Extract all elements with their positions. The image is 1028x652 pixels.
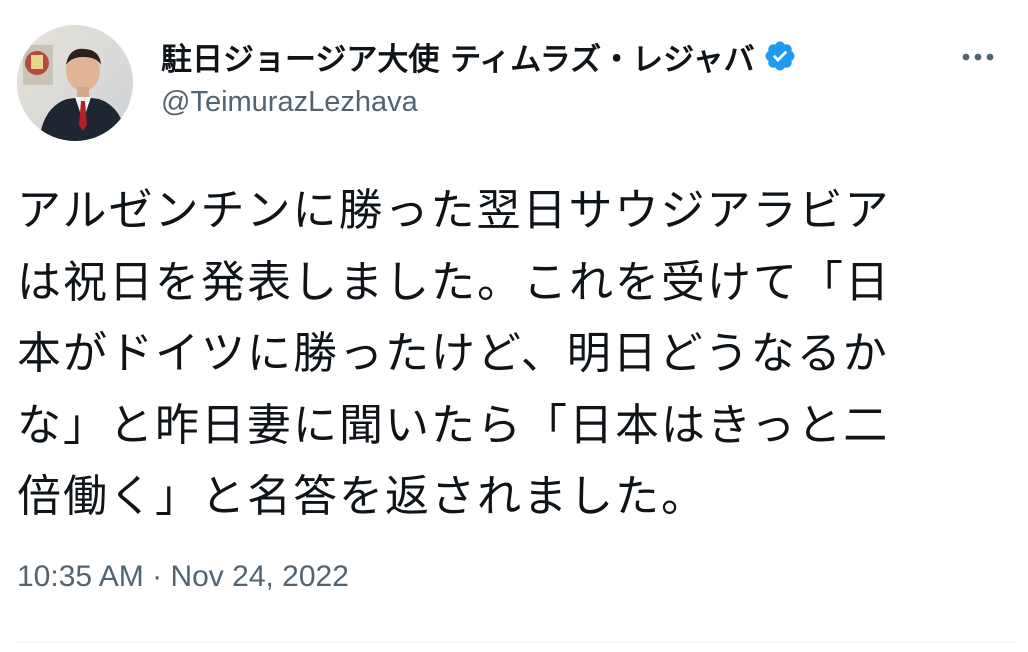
verified-badge-icon xyxy=(763,39,797,73)
user-handle[interactable]: @TeimurazLezhava xyxy=(161,86,1008,119)
more-horizontal-icon[interactable] xyxy=(958,42,998,72)
name-row: 駐日ジョージア大使 ティムラズ・レジャバ xyxy=(161,30,1008,82)
tweet-text: アルゼンチンに勝った翌日サウジアラビア は祝日を発表しました。これを受けて「日 … xyxy=(17,175,1007,533)
tweet-text-line: は祝日を発表しました。これを受けて「日 xyxy=(17,256,891,308)
tweet-card: 駐日ジョージア大使 ティムラズ・レジャバ @TeimurazLezhava アル… xyxy=(0,0,1028,652)
display-name[interactable]: 駐日ジョージア大使 ティムラズ・レジャバ xyxy=(161,34,755,79)
tweet-date: Nov 24, 2022 xyxy=(170,560,349,593)
tweet-text-line: アルゼンチンに勝った翌日サウジアラビア xyxy=(17,185,891,236)
divider xyxy=(17,642,1014,643)
avatar[interactable] xyxy=(17,25,133,141)
tweet-text-line: 本がドイツに勝ったけど、明日どうなるか xyxy=(17,328,889,379)
tweet-text-line: 倍働く」と名答を返されました。 xyxy=(17,471,707,522)
meta-separator: · xyxy=(152,560,163,593)
tweet-timestamp[interactable]: 10:35 AM · Nov 24, 2022 xyxy=(17,560,349,594)
tweet-time: 10:35 AM xyxy=(17,560,144,593)
avatar-photo xyxy=(17,25,133,141)
tweet-text-line: な」と昨日妻に聞いたら「日本はきっと二 xyxy=(17,399,890,451)
tweet-header: 駐日ジョージア大使 ティムラズ・レジャバ @TeimurazLezhava xyxy=(161,30,1008,119)
